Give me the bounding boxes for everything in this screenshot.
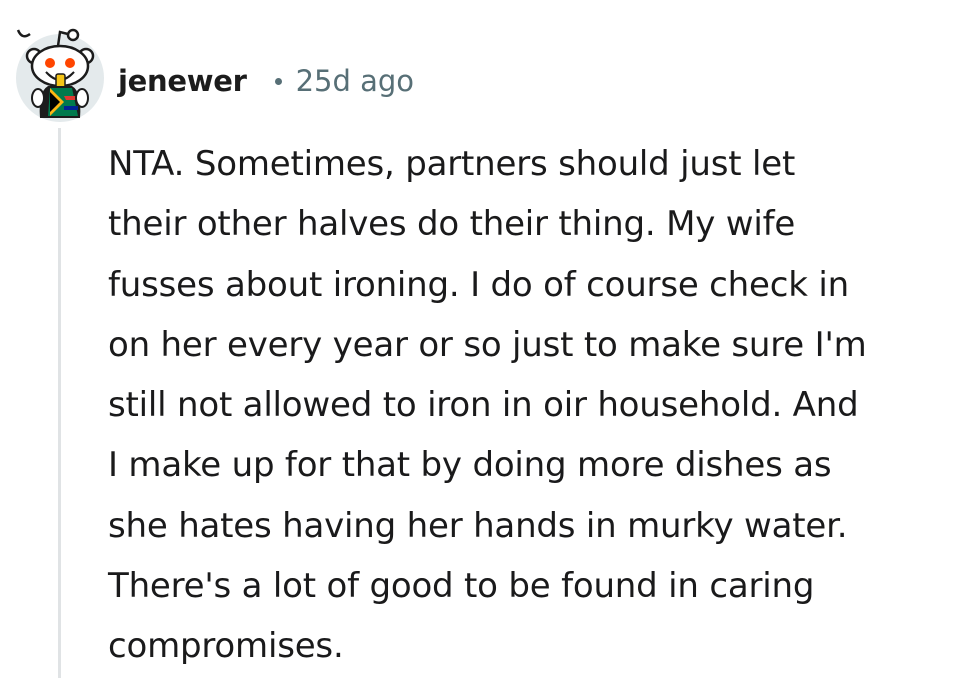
username-link[interactable]: jenewer <box>118 64 247 98</box>
comment-line: their other halves do their thing. My wi… <box>108 204 796 245</box>
comment-line: There's a lot of good to be found in car… <box>108 566 815 607</box>
comment-line: I make up for that by doing more dishes … <box>108 445 832 486</box>
comment-meta: jenewer 25d ago <box>118 61 414 101</box>
comment-line: compromises. <box>108 626 344 667</box>
comment-body: NTA. Sometimes, partners should just let… <box>108 134 958 677</box>
snoo-avatar-icon[interactable] <box>14 26 106 122</box>
thread-collapse-line[interactable] <box>58 128 61 678</box>
comment-line: NTA. Sometimes, partners should just let <box>108 144 796 184</box>
comment: jenewer 25d ago NTA. Sometimes, partners… <box>0 0 965 678</box>
comment-line: fusses about ironing. I do of course che… <box>108 264 849 305</box>
timestamp-link[interactable]: 25d ago <box>296 64 414 98</box>
comment-line: still not allowed to iron in oir househo… <box>108 385 859 426</box>
comment-line: on her every year or so just to make sur… <box>108 324 867 365</box>
separator-dot <box>274 77 282 85</box>
comment-line: she hates having her hands in murky wate… <box>108 505 848 546</box>
